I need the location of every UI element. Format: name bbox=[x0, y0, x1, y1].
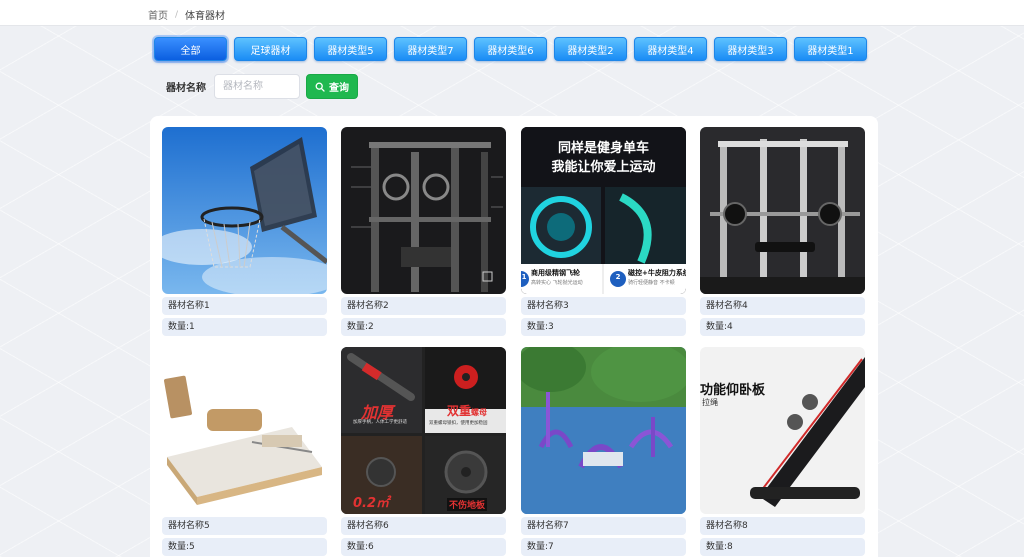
tab-type4[interactable]: 器材类型4 bbox=[634, 37, 707, 61]
outdoor-fitness-image bbox=[521, 347, 686, 514]
card-quantity: 数量:4 bbox=[700, 318, 865, 336]
category-tabs: 全部 足球器材 器材类型5 器材类型7 器材类型6 器材类型2 器材类型4 器材… bbox=[154, 37, 867, 61]
ad-title-2: 我能让你爱上运动 bbox=[551, 160, 656, 175]
card-name: 器材名称4 bbox=[700, 297, 865, 315]
card-quantity: 数量:8 bbox=[700, 538, 865, 556]
top-bar: 首页 / 体育器材 bbox=[0, 0, 1024, 26]
power-rack-image bbox=[341, 127, 506, 294]
card-image[interactable]: 功能仰卧板 拉绳 bbox=[700, 347, 865, 514]
badge-1-subtitle: 高转实心 飞轮抛光运动 bbox=[531, 280, 583, 286]
card-image[interactable] bbox=[521, 347, 686, 514]
tab-type6[interactable]: 器材类型6 bbox=[474, 37, 547, 61]
tab-football[interactable]: 足球器材 bbox=[234, 37, 307, 61]
equipment-card-8[interactable]: 功能仰卧板 拉绳 器材名称8 数量:8 bbox=[700, 347, 865, 556]
pilates-reformer-image bbox=[162, 347, 327, 514]
card-quantity: 数量:7 bbox=[521, 538, 686, 556]
breadcrumb: 首页 / 体育器材 bbox=[148, 7, 226, 23]
badge-1-title: 商用级精钢飞轮 bbox=[531, 269, 580, 277]
card-name: 器材名称7 bbox=[521, 517, 686, 535]
equipment-card-2[interactable]: 器材名称2 数量:2 bbox=[341, 127, 506, 336]
card-image[interactable] bbox=[341, 127, 506, 294]
card-image[interactable]: 加厚 加厚手柄，人体工学更舒适 双重螺母 双重螺母锁扣，使用更加稳固 0.2㎡ … bbox=[341, 347, 506, 514]
breadcrumb-separator: / bbox=[175, 9, 179, 20]
tab-type5[interactable]: 器材类型5 bbox=[314, 37, 387, 61]
equipment-grid: 器材名称1 数量:1 器材名称2 数量:2 同样是健身单车 我能让你爱上运动 1… bbox=[150, 116, 878, 557]
bench-title: 功能仰卧板 bbox=[700, 383, 766, 398]
dumbbell-set-image bbox=[341, 347, 506, 514]
basketball-hoop-image bbox=[162, 127, 327, 294]
promo-size: 0.2㎡ bbox=[353, 496, 390, 511]
card-image[interactable] bbox=[162, 127, 327, 294]
smith-machine-image bbox=[700, 127, 865, 294]
card-image[interactable] bbox=[700, 127, 865, 294]
card-quantity: 数量:2 bbox=[341, 318, 506, 336]
tab-type1[interactable]: 器材类型1 bbox=[794, 37, 867, 61]
search-input[interactable] bbox=[214, 74, 300, 99]
situp-bench-image bbox=[700, 347, 865, 514]
ad-title-1: 同样是健身单车 bbox=[557, 141, 649, 156]
card-quantity: 数量:3 bbox=[521, 318, 686, 336]
breadcrumb-current: 体育器材 bbox=[185, 11, 226, 22]
badge-2-number: 2 bbox=[615, 273, 621, 281]
card-name: 器材名称3 bbox=[521, 297, 686, 315]
equipment-card-1[interactable]: 器材名称1 数量:1 bbox=[162, 127, 327, 336]
equipment-card-3[interactable]: 同样是健身单车 我能让你爱上运动 1 商用级精钢飞轮 高转实心 飞轮抛光运动 2… bbox=[521, 127, 686, 336]
tab-type2[interactable]: 器材类型2 bbox=[554, 37, 627, 61]
badge-1-number: 1 bbox=[521, 273, 527, 281]
badge-2-title: 磁控+牛皮阻力系统 bbox=[628, 269, 686, 277]
promo-double-sub: 双重螺母锁扣，使用更加稳固 bbox=[429, 421, 488, 426]
search-label: 器材名称 bbox=[166, 83, 206, 94]
search-bar: 器材名称 查询 bbox=[166, 74, 358, 99]
card-name: 器材名称8 bbox=[700, 517, 865, 535]
search-button-label: 查询 bbox=[329, 83, 349, 94]
equipment-card-5[interactable]: 器材名称5 数量:5 bbox=[162, 347, 327, 556]
equipment-card-7[interactable]: 器材名称7 数量:7 bbox=[521, 347, 686, 556]
tab-type7[interactable]: 器材类型7 bbox=[394, 37, 467, 61]
promo-thickened-sub: 加厚手柄，人体工学更舒适 bbox=[353, 420, 407, 425]
card-image[interactable]: 同样是健身单车 我能让你爱上运动 1 商用级精钢飞轮 高转实心 飞轮抛光运动 2… bbox=[521, 127, 686, 294]
promo-double: 双重 bbox=[447, 404, 472, 418]
card-image[interactable] bbox=[162, 347, 327, 514]
card-quantity: 数量:6 bbox=[341, 538, 506, 556]
tab-type3[interactable]: 器材类型3 bbox=[714, 37, 787, 61]
search-button[interactable]: 查询 bbox=[306, 74, 358, 99]
promo-nut: 螺母 bbox=[471, 408, 488, 417]
bench-subtitle: 拉绳 bbox=[702, 398, 718, 407]
card-name: 器材名称2 bbox=[341, 297, 506, 315]
equipment-card-4[interactable]: 器材名称4 数量:4 bbox=[700, 127, 865, 336]
card-quantity: 数量:5 bbox=[162, 538, 327, 556]
card-name: 器材名称5 bbox=[162, 517, 327, 535]
breadcrumb-home[interactable]: 首页 bbox=[148, 7, 168, 22]
card-quantity: 数量:1 bbox=[162, 318, 327, 336]
card-name: 器材名称1 bbox=[162, 297, 327, 315]
promo-floor-safe: 不伤地板 bbox=[447, 498, 488, 511]
card-name: 器材名称6 bbox=[341, 517, 506, 535]
equipment-card-6[interactable]: 加厚 加厚手柄，人体工学更舒适 双重螺母 双重螺母锁扣，使用更加稳固 0.2㎡ … bbox=[341, 347, 506, 556]
tab-all[interactable]: 全部 bbox=[154, 37, 227, 61]
badge-2-subtitle: 骑行轻便静音 不卡顿 bbox=[628, 280, 675, 286]
search-icon bbox=[315, 82, 325, 92]
